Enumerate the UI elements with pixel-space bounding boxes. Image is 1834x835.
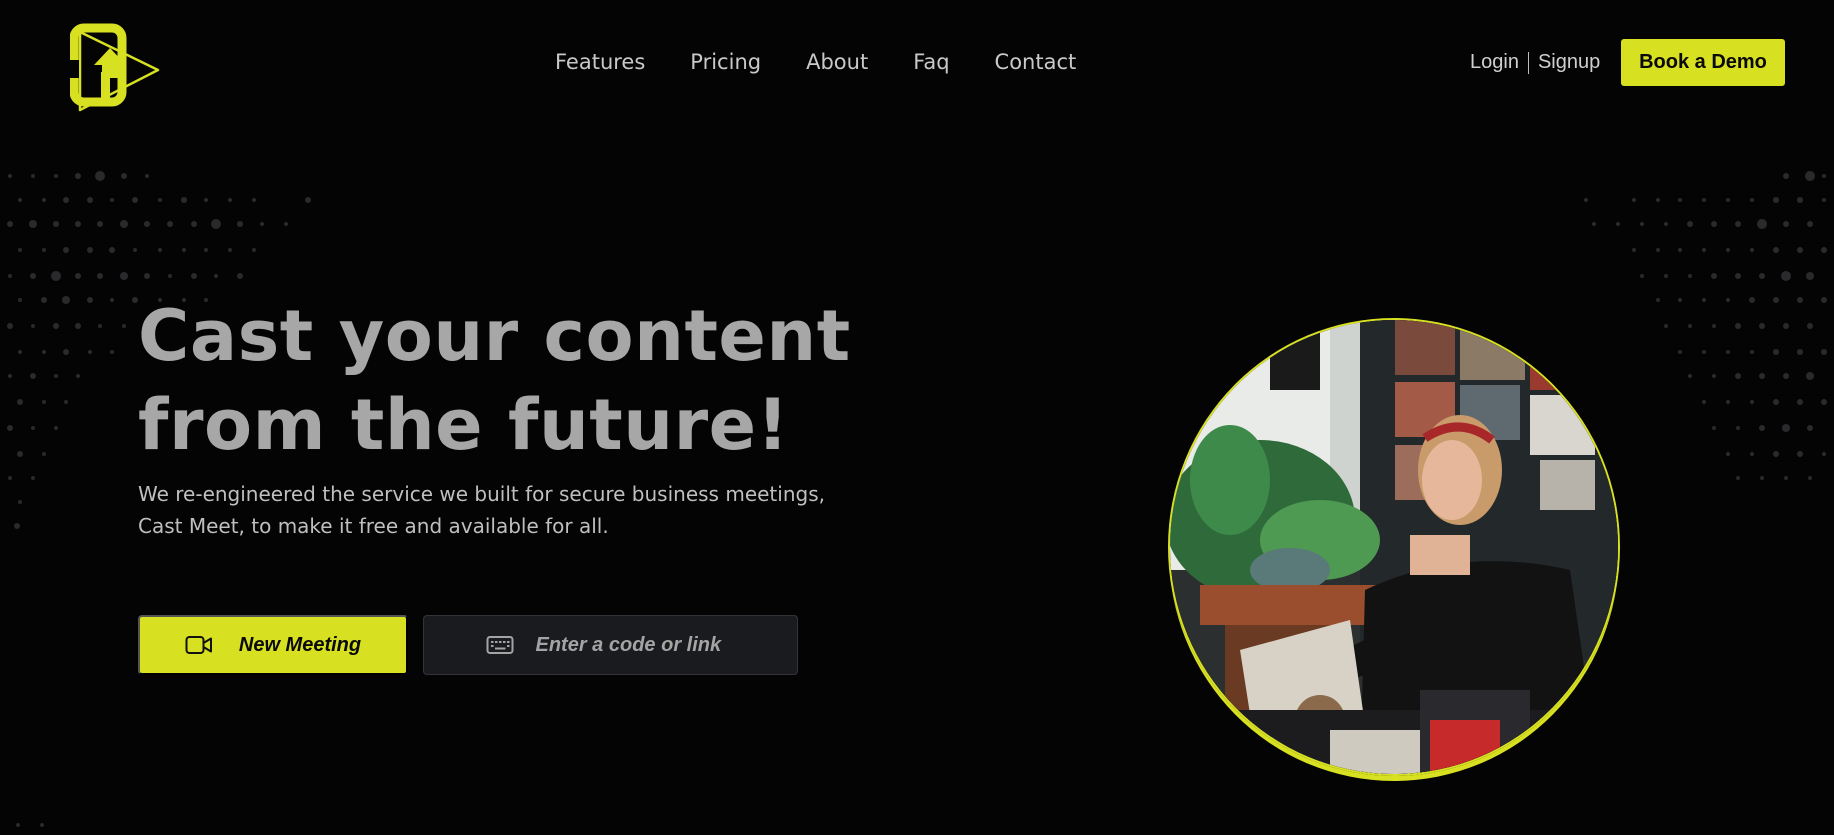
meeting-code-field[interactable] <box>423 615 798 675</box>
hero-subtitle: We re-engineered the service we built fo… <box>138 478 898 542</box>
hero-headline-line-1: Cast your content <box>138 295 851 377</box>
nav-link-about[interactable]: About <box>806 50 868 74</box>
hero-headline-line-2: from the future! <box>138 384 790 466</box>
hero-subtitle-line-1: We re-engineered the service we built fo… <box>138 482 825 506</box>
signup-link[interactable]: Signup <box>1538 51 1600 74</box>
login-link[interactable]: Login <box>1470 51 1519 74</box>
nav-link-faq[interactable]: Faq <box>913 50 949 74</box>
keyboard-icon <box>486 636 513 654</box>
nav-link-pricing[interactable]: Pricing <box>690 50 761 74</box>
hero-photo <box>1168 318 1620 776</box>
main-nav: Features Pricing About Faq Contact <box>555 50 1121 74</box>
nav-link-features[interactable]: Features <box>555 50 645 74</box>
book-demo-button[interactable]: Book a Demo <box>1621 39 1785 86</box>
meeting-code-input[interactable] <box>535 633 736 657</box>
auth-divider <box>1527 51 1529 74</box>
cast-upload-logo-icon <box>69 23 160 112</box>
new-meeting-button[interactable]: New Meeting <box>138 615 408 675</box>
nav-link-contact[interactable]: Contact <box>995 50 1077 74</box>
hero-subtitle-line-2: Cast Meet, to make it free and available… <box>138 514 609 538</box>
new-meeting-label: New Meeting <box>238 633 362 656</box>
auth-links: Login Signup <box>1470 51 1600 74</box>
dot-pattern-right <box>1584 171 1827 480</box>
brand-logo[interactable] <box>69 20 160 115</box>
video-camera-icon <box>185 636 212 654</box>
hero-headline: Cast your content from the future! <box>138 292 851 470</box>
woman-browsing-vinyl-records-photo <box>1170 320 1618 774</box>
